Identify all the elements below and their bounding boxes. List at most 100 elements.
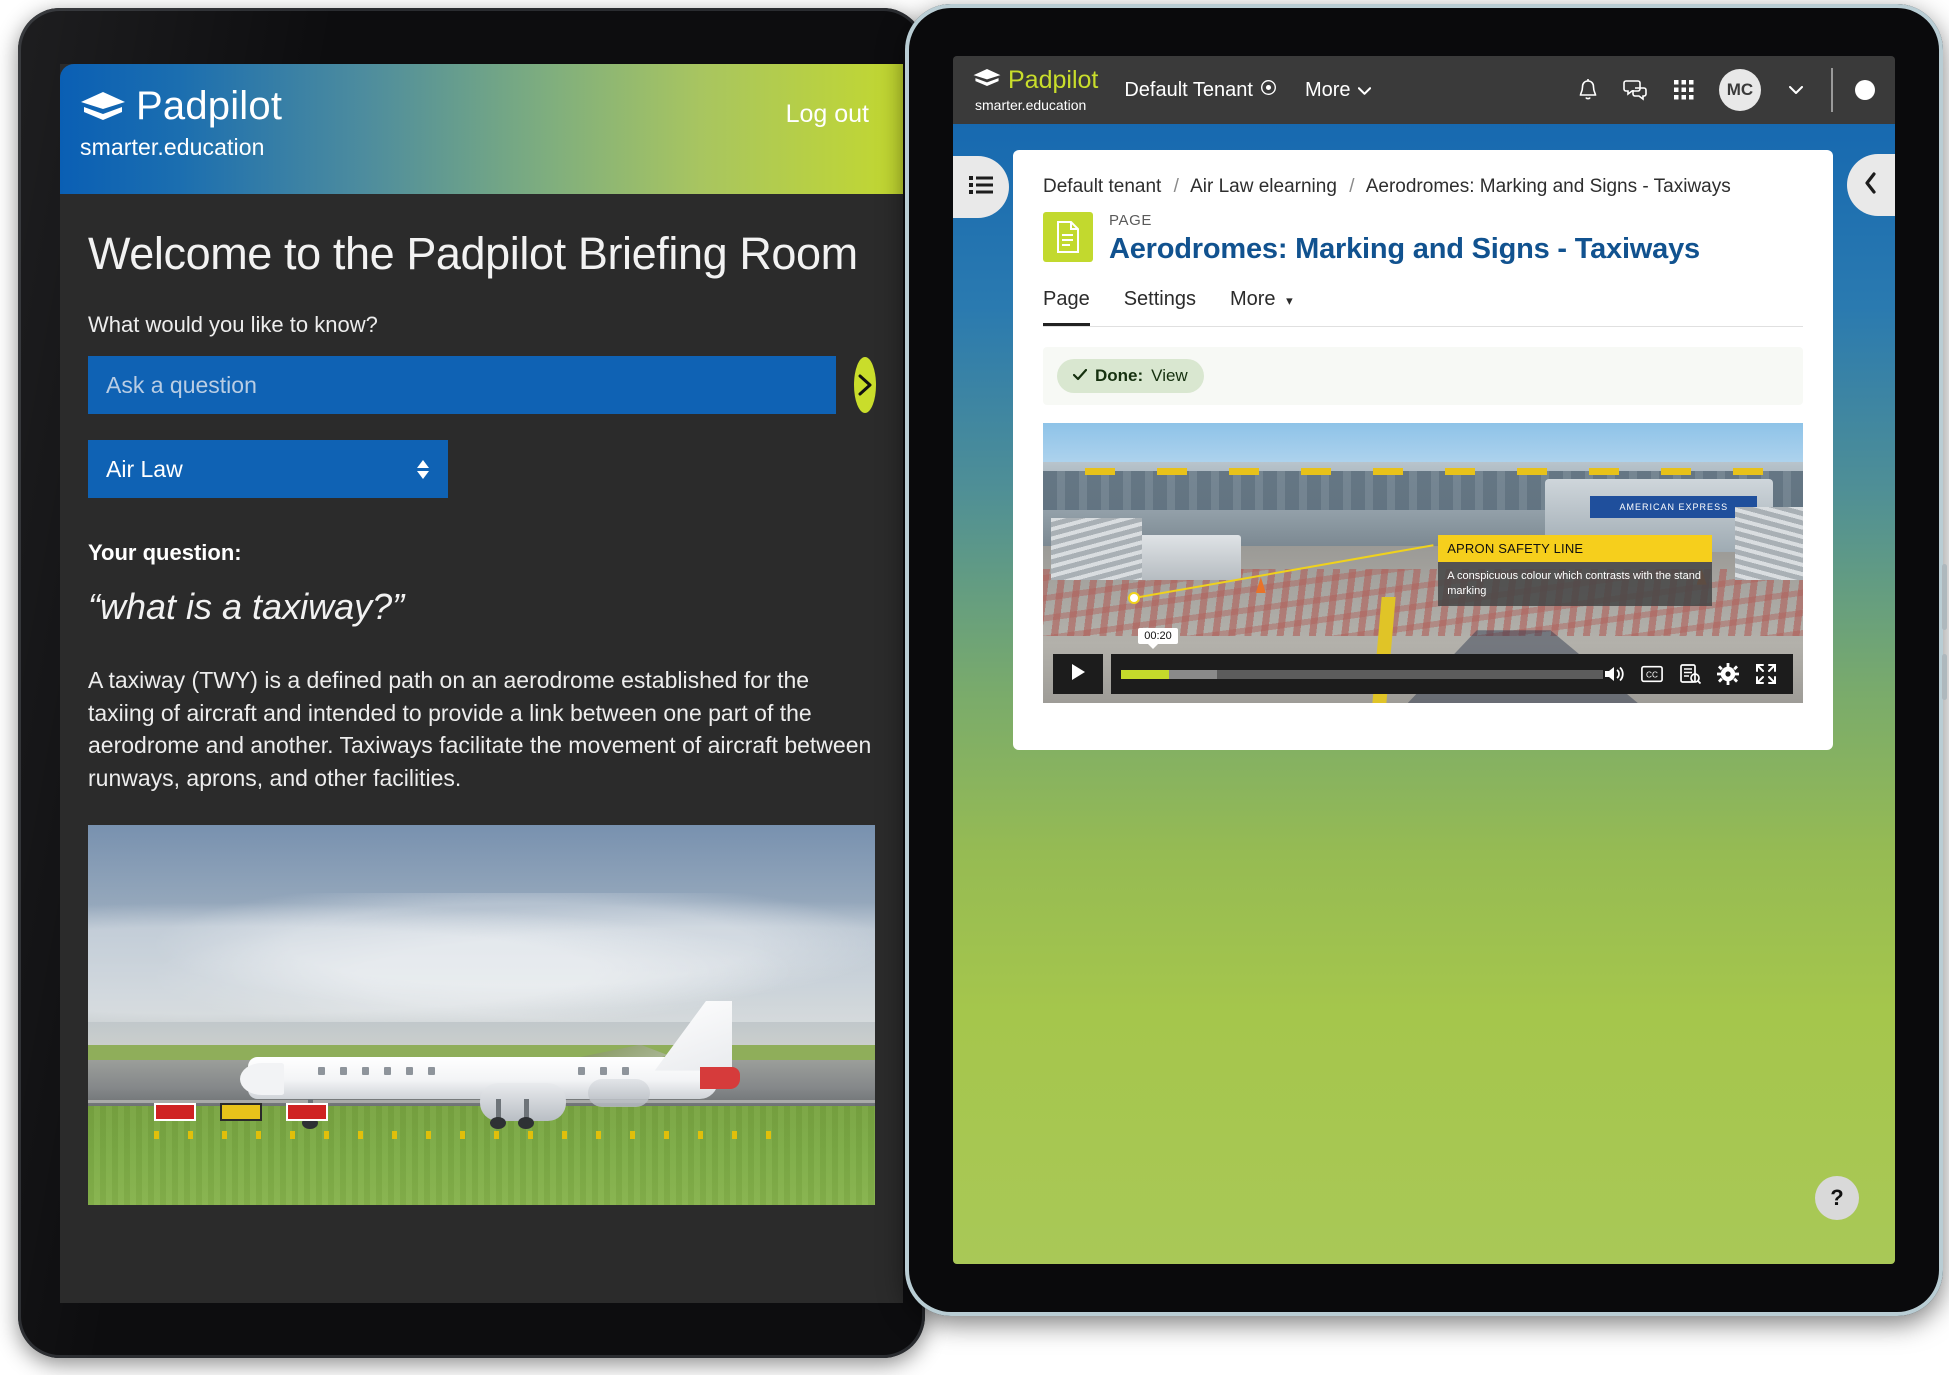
current-time-tooltip: 00:20 [1138, 628, 1178, 649]
tab-more[interactable]: More ▾ [1230, 288, 1293, 326]
video-annotation-callout: APRON SAFETY LINE A conspicuous colour w… [1438, 535, 1712, 606]
callout-body: A conspicuous colour which contrasts wit… [1438, 562, 1712, 606]
video-stand-signs [1043, 467, 1803, 475]
video-advert-sign: AMERICAN EXPRESS [1590, 495, 1758, 519]
app-logo[interactable]: Padpilot smarter.education [973, 65, 1099, 113]
tenant-label: Default Tenant [1124, 78, 1253, 101]
breadcrumb-item-tenant[interactable]: Default tenant [1043, 176, 1161, 197]
right-tablet-screen: Padpilot smarter.education Default Tenan… [953, 56, 1895, 1264]
page-header: PAGE Aerodromes: Marking and Signs - Tax… [1043, 212, 1803, 266]
topbar-actions: MC [1575, 68, 1875, 112]
video-callout-leader [1128, 543, 1438, 604]
page-title: Welcome to the Padpilot Briefing Room [88, 228, 858, 279]
tenant-switcher[interactable]: Default Tenant [1124, 79, 1277, 102]
check-icon [1072, 366, 1088, 386]
more-label: More [1304, 78, 1351, 101]
airliner-illustration [240, 1000, 768, 1145]
video-progress-area[interactable]: 00:20 CC [1111, 628, 1793, 694]
brand-name: Padpilot [1008, 65, 1099, 94]
logout-button[interactable]: Log out [786, 100, 869, 129]
video-callout-anchor-dot [1128, 591, 1141, 604]
chevron-down-icon [1357, 79, 1371, 102]
apps-grid-icon[interactable] [1671, 77, 1697, 103]
device-power-button [1942, 654, 1947, 700]
chat-icon[interactable] [1623, 77, 1649, 103]
padpilot-book-icon [80, 91, 126, 121]
device-volume-button [1942, 564, 1947, 630]
bell-icon[interactable] [1575, 77, 1601, 103]
padpilot-logo: Padpilot smarter.education [80, 86, 282, 161]
left-tablet-device: Padpilot smarter.education Log out Welco… [18, 8, 925, 1358]
video-stairs-right [1734, 507, 1803, 580]
target-icon [1260, 79, 1277, 102]
sidebar-toggle-button[interactable] [953, 156, 1009, 218]
topbar-divider [1831, 68, 1833, 112]
svg-text:CC: CC [1646, 671, 1658, 680]
briefing-room-body: Welcome to the Padpilot Briefing Room Wh… [60, 194, 903, 1205]
page-title: Aerodromes: Marking and Signs - Taxiways [1109, 233, 1700, 265]
app-topbar: Padpilot smarter.education Default Tenan… [953, 56, 1895, 124]
breadcrumb-item-page[interactable]: Aerodromes: Marking and Signs - Taxiways [1366, 176, 1731, 197]
scene-clouds [88, 893, 875, 1023]
answer-paragraph: A taxiway (TWY) is a defined path on an … [88, 667, 872, 791]
runway-edge-lights [154, 1130, 774, 1139]
collapse-panel-button[interactable] [1847, 154, 1895, 216]
your-question-label: Your question: [88, 540, 242, 565]
screenshot-stage: Padpilot smarter.education Log out Welco… [0, 0, 1949, 1375]
breadcrumb: Default tenant / Air Law elearning / Aer… [1043, 176, 1803, 198]
chevron-down-icon[interactable] [1783, 77, 1809, 103]
chevron-down-icon: ▾ [1286, 293, 1293, 308]
help-button[interactable]: ? [1815, 1176, 1859, 1220]
question-input[interactable] [88, 356, 836, 414]
play-icon [1069, 662, 1087, 687]
avatar[interactable]: MC [1719, 69, 1761, 111]
list-menu-icon [969, 175, 993, 200]
chevron-right-icon [854, 373, 876, 397]
tab-settings-label: Settings [1123, 288, 1196, 310]
brand-tagline: smarter.education [975, 96, 1087, 113]
chevron-left-icon [1863, 171, 1879, 199]
tab-settings[interactable]: Settings [1124, 288, 1196, 326]
callout-title: APRON SAFETY LINE [1438, 535, 1712, 562]
runway-signage [154, 1102, 328, 1121]
fullscreen-icon[interactable] [1755, 663, 1777, 685]
padpilot-header: Padpilot smarter.education Log out [60, 64, 903, 194]
transcript-icon[interactable] [1679, 663, 1701, 685]
content-card: Default tenant / Air Law elearning / Aer… [1013, 150, 1833, 750]
your-question-text: “what is a taxiway?” [88, 586, 405, 627]
ask-row [88, 356, 876, 414]
play-button[interactable] [1053, 654, 1103, 694]
captions-cc-icon[interactable]: CC [1641, 663, 1663, 685]
brand-tagline: smarter.education [80, 134, 265, 160]
breadcrumb-separator: / [1349, 176, 1355, 197]
breadcrumb-separator: / [1173, 176, 1179, 197]
ask-prompt-label: What would you like to know? [88, 312, 378, 337]
video-controls: 00:20 CC [1053, 628, 1793, 694]
settings-gear-icon[interactable] [1717, 663, 1739, 685]
more-menu[interactable]: More [1305, 79, 1371, 102]
app-stage: Default tenant / Air Law elearning / Aer… [953, 124, 1895, 1264]
video-player[interactable]: AMERICAN EXPRESS APRON SAFETY LINE A con… [1043, 423, 1803, 703]
subject-select-value: Air Law [106, 455, 183, 482]
breadcrumb-item-course[interactable]: Air Law elearning [1190, 176, 1337, 197]
volume-icon[interactable] [1603, 663, 1625, 685]
completion-bar: Done: View [1043, 347, 1803, 405]
status-badge[interactable]: Done: View [1057, 359, 1204, 393]
video-control-icons: CC [1603, 663, 1783, 685]
status-action: View [1151, 366, 1188, 385]
left-tablet-screen: Padpilot smarter.education Log out Welco… [60, 64, 903, 1303]
tab-more-label: More [1229, 288, 1276, 310]
white-dot-icon [1855, 80, 1875, 100]
tab-page[interactable]: Page [1043, 288, 1090, 326]
status-label: Done: [1095, 366, 1144, 385]
tab-page-label: Page [1043, 288, 1090, 310]
right-tablet-device: Padpilot smarter.education Default Tenan… [905, 4, 1947, 1316]
video-stairs-left [1050, 518, 1142, 580]
content-tabs: Page Settings More ▾ [1043, 288, 1803, 327]
video-scrubber[interactable] [1121, 669, 1603, 679]
subject-select[interactable]: Air Law [88, 440, 448, 498]
brand-name: Padpilot [136, 84, 283, 128]
aircraft-scene-image [88, 824, 875, 1205]
send-question-button[interactable] [854, 357, 876, 413]
padpilot-book-icon [973, 68, 1001, 92]
